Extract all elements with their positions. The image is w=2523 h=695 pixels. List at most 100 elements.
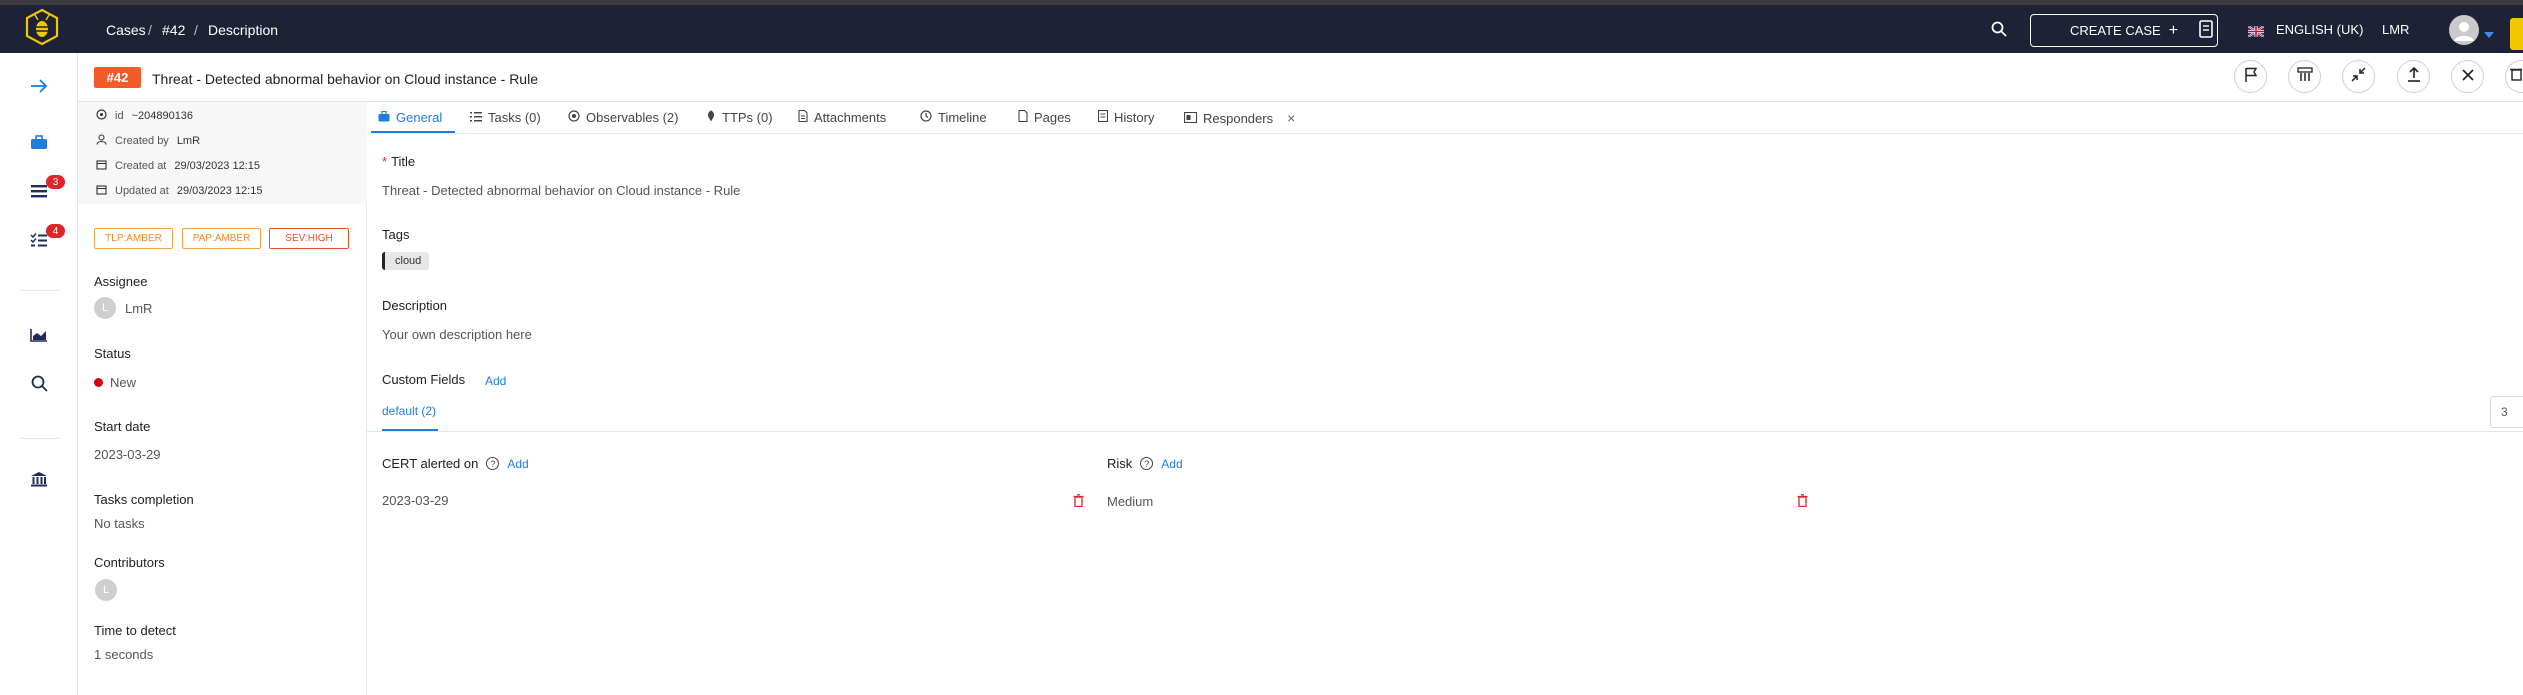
cert-alerted-value[interactable]: 2023-03-29	[382, 493, 449, 508]
user-name[interactable]: LMR	[2382, 22, 2409, 37]
tasks-icon	[470, 110, 482, 125]
export-report-button[interactable]	[2288, 60, 2321, 93]
close-case-button[interactable]	[2451, 60, 2484, 93]
trash-icon[interactable]	[1797, 494, 1808, 512]
required-marker: *	[382, 154, 388, 169]
tab-label: Observables (2)	[586, 110, 679, 125]
tasks-completion-value: No tasks	[94, 516, 145, 531]
trash-icon[interactable]	[1073, 494, 1084, 512]
tags-label: Tags	[382, 227, 410, 242]
meta-updated-at-label: Updated at	[115, 185, 169, 197]
start-date-value[interactable]: 2023-03-29	[94, 447, 161, 462]
tab-label: Pages	[1034, 110, 1071, 125]
breadcrumb-separator: /	[148, 22, 152, 38]
avatar: L	[94, 297, 116, 319]
organisation-icon[interactable]	[28, 468, 50, 490]
delete-case-button[interactable]	[2505, 60, 2523, 93]
flag-icon	[2244, 67, 2258, 87]
uk-flag-icon	[2247, 24, 2265, 38]
attachment-icon	[798, 109, 808, 125]
responders-icon	[1183, 111, 1198, 126]
tag-chip[interactable]: cloud	[382, 252, 430, 270]
status-field[interactable]: New	[94, 375, 136, 390]
tab-attachments[interactable]: Attachments	[798, 109, 887, 125]
user-icon	[96, 134, 107, 148]
flag-button[interactable]	[2234, 60, 2267, 93]
app-logo[interactable]	[24, 8, 60, 46]
cases-icon[interactable]	[28, 131, 50, 153]
side-panel-toggle[interactable]	[2510, 18, 2523, 50]
description-label: Description	[382, 298, 448, 313]
risk-value[interactable]: Medium	[1107, 494, 1153, 509]
chevron-down-icon[interactable]	[2484, 26, 2494, 38]
share-button[interactable]	[2397, 60, 2430, 93]
history-icon	[1097, 109, 1109, 125]
create-case-button[interactable]: CREATE CASE +	[2030, 14, 2218, 47]
tab-general[interactable]: General	[378, 110, 442, 125]
tasks-count-badge: 4	[46, 224, 65, 238]
book-icon[interactable]	[2198, 20, 2214, 38]
help-icon[interactable]: ?	[486, 457, 500, 470]
arrow-right-icon[interactable]	[28, 75, 50, 97]
meta-updated-at-row: Updated at 29/03/2023 12:15	[96, 184, 262, 198]
case-number-badge: #42	[94, 67, 141, 88]
tab-custom-fields-default[interactable]: default (2)	[382, 404, 436, 418]
close-icon[interactable]: ×	[1287, 110, 1295, 126]
tab-observables[interactable]: Observables (2)	[568, 110, 678, 125]
add-value-link[interactable]: Add	[507, 457, 528, 471]
tab-timeline[interactable]: Timeline	[920, 110, 987, 125]
cert-alerted-label: CERT alerted on	[382, 456, 479, 471]
assignee-value: LmR	[125, 300, 153, 316]
id-icon	[96, 109, 107, 123]
meta-id-value: ~204890136	[131, 110, 194, 122]
tab-ttps[interactable]: TTPs (0)	[706, 110, 773, 125]
header-divider	[78, 101, 2523, 102]
start-date-label: Start date	[94, 419, 151, 434]
search-icon[interactable]	[1991, 21, 2007, 37]
tab-tasks[interactable]: Tasks (0)	[470, 110, 541, 125]
description-value[interactable]: Your own description here	[382, 327, 532, 342]
assignee-field[interactable]: L LmR	[94, 297, 152, 319]
cert-alerted-field-label: CERT alerted on ? Add	[382, 456, 529, 471]
alerts-count-badge: 3	[46, 175, 65, 189]
cases-icon	[378, 110, 390, 125]
meta-updated-at-value: 29/03/2023 12:15	[176, 185, 263, 197]
tlp-badge[interactable]: TLP:AMBER	[94, 228, 173, 249]
trash-icon	[2510, 67, 2522, 86]
severity-badge[interactable]: SEV:HIGH	[269, 228, 349, 249]
tab-history[interactable]: History	[1097, 109, 1155, 125]
search-icon[interactable]	[28, 372, 50, 394]
ttps-icon	[706, 110, 716, 125]
contributors-label: Contributors	[94, 555, 165, 570]
tasks-completion-label: Tasks completion	[94, 492, 194, 507]
custom-fields-divider	[367, 431, 2523, 432]
meta-created-at-label: Created at	[115, 160, 167, 172]
dashboard-icon[interactable]	[28, 324, 50, 346]
report-icon	[2296, 66, 2313, 87]
custom-fields-label: Custom Fields	[382, 372, 466, 387]
add-value-link[interactable]: Add	[1161, 457, 1182, 471]
help-icon[interactable]: ?	[1140, 457, 1154, 470]
tab-responders[interactable]: Responders ×	[1183, 110, 1295, 126]
status-dot-icon	[94, 378, 103, 387]
breadcrumb-cases[interactable]: Cases	[106, 22, 146, 38]
pap-badge[interactable]: PAP:AMBER	[182, 228, 261, 249]
avatar-icon[interactable]	[2449, 15, 2479, 45]
meta-id-row: id ~204890136	[96, 109, 193, 123]
breadcrumb-case[interactable]: #42	[162, 22, 185, 38]
tab-label: Attachments	[814, 110, 887, 125]
title-field-label: * Title	[382, 154, 415, 169]
add-custom-field-link[interactable]: Add	[485, 374, 506, 388]
tab-label: History	[1114, 110, 1155, 125]
language-selector[interactable]: ENGLISH (UK)	[2247, 22, 2363, 38]
tab-pages[interactable]: Pages	[1018, 109, 1071, 125]
title-label: Title	[391, 154, 416, 169]
merge-button[interactable]	[2342, 60, 2375, 93]
title-value[interactable]: Threat - Detected abnormal behavior on C…	[382, 183, 740, 198]
page-size-value: 3	[2501, 405, 2508, 419]
page-icon	[1018, 109, 1028, 125]
breadcrumb-page: Description	[208, 22, 279, 38]
tab-label: General	[396, 110, 443, 125]
page-size-select[interactable]: 3	[2490, 396, 2523, 428]
meta-id-label: id	[115, 110, 124, 122]
